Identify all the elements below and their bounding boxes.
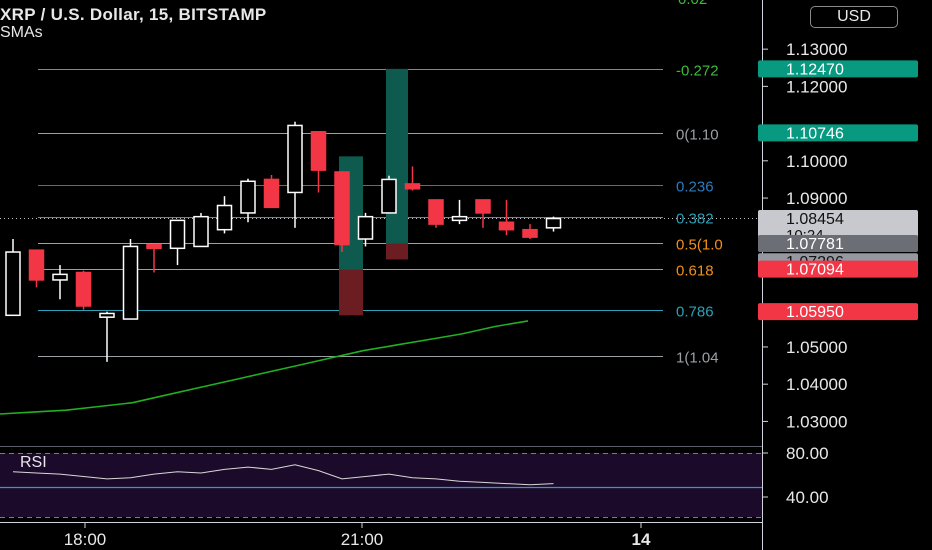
top-clipped-label: 0.02 [678,0,707,8]
fib-level-label: 0.382 [676,211,714,228]
fib-level-label: 0.618 [676,263,714,280]
candle-body [240,180,256,214]
position-profit-zone [386,68,408,244]
price-tag-value: 1.10746 [786,125,844,142]
candle-body [475,199,491,214]
candle-body [75,271,92,307]
candle-body [193,215,209,248]
chart-title: XRP / U.S. Dollar, 15, BITSTAMP [0,5,267,24]
candle-body [169,219,186,250]
position-loss-zone [339,269,363,316]
candle-body [428,199,444,225]
fib-level-label: -0.272 [676,63,719,80]
rsi-label: RSI [20,454,47,471]
candle-body [498,221,515,231]
candle-body [52,273,68,281]
candle-body [381,178,397,214]
candle-body [5,251,21,317]
time-tick-label: 14 [632,530,651,549]
candlestick-chart[interactable]: -0.272 0(1.10 0.236 0.382 0.5(1.0 0.618 0.786 1… [0,0,932,550]
rsi-band [0,453,762,517]
candle-body [522,228,538,238]
price-tick-label: 1.13000 [786,40,847,59]
price-tick-label: 1.05000 [786,338,847,357]
price-tag-value: 1.07094 [786,262,844,279]
price-tag-value: 1.12470 [786,61,844,78]
fib-level-label: 1(1.04 [676,350,719,367]
candle-body [216,204,233,231]
candle-body [545,217,562,229]
price-tick-label: 1.12000 [786,77,847,96]
candle-body [99,312,115,318]
rsi-tick-label: 80.00 [786,444,829,463]
fib-level-label: 0(1.10 [676,127,719,144]
position-loss-zone [386,243,408,260]
price-tick-label: 1.09000 [786,189,847,208]
fib-level-label: 0.236 [676,179,714,196]
candle-body [146,243,162,250]
candle-body [310,131,327,171]
candle-body [451,215,468,222]
candle-body [122,245,139,320]
candle-body [357,215,374,240]
candle-body [404,183,421,190]
price-tick-label: 1.04000 [786,375,847,394]
price-tag-value: 1.08454 [786,211,844,228]
price-tick-label: 1.03000 [786,412,847,431]
candle-body [28,249,45,281]
price-tag-value: 1.07781 [786,236,844,253]
price-tick-label: 1.10000 [786,152,847,171]
rsi-tick-label: 40.00 [786,488,829,507]
price-tag-value: 1.05950 [786,304,844,321]
time-tick-label: 18:00 [64,530,107,549]
candle-body [287,124,303,194]
candle-body [334,171,350,246]
time-tick-label: 21:00 [341,530,384,549]
fib-level-label: 0.5(1.0 [676,237,723,254]
indicator-label[interactable]: SMAs [0,24,43,42]
candle-body [263,178,280,209]
fib-level-label: 0.786 [676,304,714,321]
currency-button[interactable]: USD [810,6,898,28]
